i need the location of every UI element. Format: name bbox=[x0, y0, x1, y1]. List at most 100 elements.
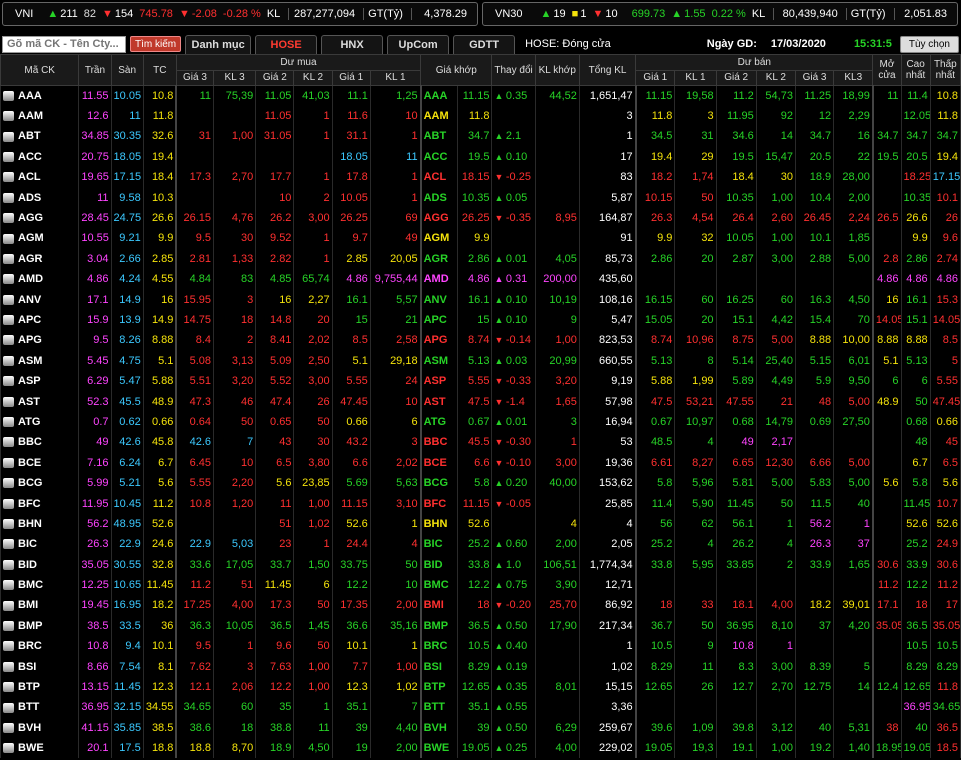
table-row[interactable]: ATG 0.7 0.62 0.66 0.64 50 0.65 50 0.66 6 ATG 0.67 ▲ … bbox=[0, 411, 961, 433]
row-checkbox-icon[interactable] bbox=[3, 457, 14, 468]
row-checkbox-icon[interactable] bbox=[3, 661, 14, 672]
table-row[interactable]: APC 15.9 13.9 14.9 14.75 18 14.8 20 15 21 APC 15 ▲ 0… bbox=[0, 309, 961, 331]
table-row[interactable]: AGG 28.45 24.75 26.6 26.15 4,76 26.2 3,00 26.25 6… bbox=[0, 207, 961, 229]
row-checkbox-icon[interactable] bbox=[3, 437, 14, 448]
row-checkbox-icon[interactable] bbox=[3, 620, 14, 631]
table-row[interactable]: ASP 6.29 5.47 5.88 5.51 3,20 5.52 3,00 5.55 24 ASP… bbox=[0, 370, 961, 392]
table-row[interactable]: BBC 49 42.6 45.8 42.6 7 43 30 43.2 3 BBC 45.5 ▼ -0.3… bbox=[0, 432, 961, 453]
tab-hose[interactable]: HOSE bbox=[255, 34, 318, 54]
row-checkbox-icon[interactable] bbox=[3, 518, 14, 529]
row-checkbox-icon[interactable] bbox=[3, 233, 14, 244]
row-checkbox-icon[interactable] bbox=[3, 315, 14, 326]
symbol-cell[interactable]: BCG bbox=[0, 472, 80, 494]
table-row[interactable]: AMD 4.86 4.24 4.55 4.84 83 4.85 65,74 4.86 9,755,… bbox=[0, 269, 961, 290]
row-checkbox-icon[interactable] bbox=[3, 111, 14, 122]
table-row[interactable]: ACC 20.75 18.05 19.4 18.05 11 ACC 19.5 ▲ 0.10 17 1… bbox=[0, 146, 961, 168]
table-row[interactable]: BFC 11.95 10.45 11.2 10.8 1,20 11 1,00 11.15 3,10… bbox=[0, 493, 961, 514]
row-checkbox-icon[interactable] bbox=[3, 702, 14, 713]
table-row[interactable]: BTP 13.15 11.45 12.3 12.1 2,06 12.2 1,00 12.3 1,0… bbox=[0, 676, 961, 698]
table-row[interactable]: BWE 20.1 17.5 18.8 18.8 8,70 18.9 4,50 19 2,00 BWE… bbox=[0, 738, 961, 759]
table-row[interactable]: BTT 36.95 32.15 34.55 34.65 60 35 1 35.1 7 BTT 35.1… bbox=[0, 697, 961, 718]
table-row[interactable]: BSI 8.66 7.54 8.1 7.62 3 7.63 1,00 7.7 1,00 BSI 8.2… bbox=[0, 656, 961, 677]
table-row[interactable]: ASM 5.45 4.75 5.1 5.08 3,13 5.09 2,50 5.1 29,18 AS… bbox=[0, 350, 961, 371]
tab-hnx[interactable]: HNX bbox=[321, 34, 384, 54]
symbol-cell[interactable]: BSI bbox=[0, 656, 80, 677]
row-checkbox-icon[interactable] bbox=[3, 151, 14, 162]
table-row[interactable]: ADS 11 9.58 10.3 10 2 10.05 1 ADS 10.35 ▲ 0.05 5,87… bbox=[0, 187, 961, 208]
table-row[interactable]: AGR 3.04 2.66 2.85 2.81 1,33 2.82 1 2.85 20,05 AGR… bbox=[0, 248, 961, 270]
tab-danh-muc[interactable]: Danh mục bbox=[185, 34, 252, 54]
header-symbol[interactable]: Mã CK bbox=[0, 54, 80, 86]
symbol-cell[interactable]: APG bbox=[0, 330, 80, 351]
symbol-cell[interactable]: ACC bbox=[0, 146, 80, 168]
symbol-cell[interactable]: ACL bbox=[0, 167, 80, 188]
symbol-cell[interactable]: BWE bbox=[0, 738, 80, 759]
row-checkbox-icon[interactable] bbox=[3, 131, 14, 142]
symbol-cell[interactable]: AGR bbox=[0, 248, 80, 270]
row-checkbox-icon[interactable] bbox=[3, 355, 14, 366]
row-checkbox-icon[interactable] bbox=[3, 641, 14, 652]
row-checkbox-icon[interactable] bbox=[3, 172, 14, 183]
symbol-cell[interactable]: AAM bbox=[0, 105, 80, 127]
symbol-cell[interactable]: BTT bbox=[0, 697, 80, 718]
symbol-cell[interactable]: AMD bbox=[0, 269, 80, 290]
row-checkbox-icon[interactable] bbox=[3, 559, 14, 570]
symbol-cell[interactable]: AGG bbox=[0, 207, 80, 229]
symbol-cell[interactable]: BVH bbox=[0, 717, 80, 738]
table-row[interactable]: BHN 56.2 48.95 52.6 51 1,02 52.6 1 BHN 52.6 4 4 56 62… bbox=[0, 513, 961, 535]
symbol-cell[interactable]: ATG bbox=[0, 411, 80, 433]
row-checkbox-icon[interactable] bbox=[3, 253, 14, 264]
table-row[interactable]: AAM 12.6 11 11.8 11.05 1 11.6 10 AAM 11.8 3 11.8 3 11… bbox=[0, 105, 961, 127]
row-checkbox-icon[interactable] bbox=[3, 294, 14, 305]
symbol-cell[interactable]: ABT bbox=[0, 126, 80, 147]
table-row[interactable]: BCE 7.16 6.24 6.7 6.45 10 6.5 3,80 6.6 2,02 BCE 6.6… bbox=[0, 452, 961, 473]
table-row[interactable]: BCG 5.99 5.21 5.6 5.55 2,20 5.6 23,85 5.69 5,63 BC… bbox=[0, 472, 961, 494]
symbol-cell[interactable]: APC bbox=[0, 309, 80, 331]
symbol-cell[interactable]: ASP bbox=[0, 370, 80, 392]
row-checkbox-icon[interactable] bbox=[3, 478, 14, 489]
index-vni[interactable]: VNI ▲ 211 82 ▼ 154 745.78 ▼ -2.08 -0.28 … bbox=[2, 2, 478, 26]
symbol-cell[interactable]: BMC bbox=[0, 574, 80, 596]
symbol-cell[interactable]: BMI bbox=[0, 595, 80, 616]
symbol-cell[interactable]: AAA bbox=[0, 85, 80, 106]
table-row[interactable]: ABT 34.85 30.35 32.6 31 1,00 31.05 1 31.1 1 ABT 34.… bbox=[0, 126, 961, 147]
symbol-cell[interactable]: BCE bbox=[0, 452, 80, 473]
row-checkbox-icon[interactable] bbox=[3, 682, 14, 693]
table-row[interactable]: BMI 19.45 16.95 18.2 17.25 4,00 17.3 50 17.35 2,0… bbox=[0, 595, 961, 616]
row-checkbox-icon[interactable] bbox=[3, 722, 14, 733]
table-row[interactable]: APG 9.5 8.26 8.88 8.4 2 8.41 2,02 8.5 2,58 APG 8.74… bbox=[0, 330, 961, 351]
table-row[interactable]: BRC 10.8 9.4 10.1 9.5 1 9.6 50 10.1 1 BRC 10.5 ▲ 0.4… bbox=[0, 636, 961, 657]
symbol-cell[interactable]: BIC bbox=[0, 534, 80, 555]
table-row[interactable]: ANV 17.1 14.9 16 15.95 3 16 2,27 16.1 5,57 ANV 16.1… bbox=[0, 289, 961, 310]
tab-gdtt[interactable]: GDTT bbox=[453, 34, 516, 54]
symbol-cell[interactable]: ANV bbox=[0, 289, 80, 310]
table-row[interactable]: AGM 10.55 9.21 9.9 9.5 30 9.52 1 9.7 49 AGM 9.9 91 9.… bbox=[0, 228, 961, 249]
symbol-cell[interactable]: BMP bbox=[0, 615, 80, 637]
row-checkbox-icon[interactable] bbox=[3, 396, 14, 407]
row-checkbox-icon[interactable] bbox=[3, 600, 14, 611]
symbol-cell[interactable]: BRC bbox=[0, 636, 80, 657]
row-checkbox-icon[interactable] bbox=[3, 91, 14, 102]
table-row[interactable]: BMC 12.25 10.65 11.45 11.2 51 11.45 6 12.2 10 BMC 1… bbox=[0, 574, 961, 596]
symbol-cell[interactable]: BTP bbox=[0, 676, 80, 698]
symbol-cell[interactable]: BHN bbox=[0, 513, 80, 535]
row-checkbox-icon[interactable] bbox=[3, 498, 14, 509]
symbol-cell[interactable]: AST bbox=[0, 391, 80, 412]
table-row[interactable]: BID 35.05 30.55 32.8 33.6 17,05 33.7 1,50 33.75 5… bbox=[0, 554, 961, 575]
symbol-cell[interactable]: AGM bbox=[0, 228, 80, 249]
tab-upcom[interactable]: UpCom bbox=[387, 34, 450, 54]
symbol-cell[interactable]: ASM bbox=[0, 350, 80, 371]
search-button[interactable]: Tìm kiếm bbox=[130, 36, 182, 52]
row-checkbox-icon[interactable] bbox=[3, 335, 14, 346]
table-row[interactable]: BVH 41.15 35.85 38.5 38.6 18 38.8 11 39 4,40 BVH 39… bbox=[0, 717, 961, 738]
index-vn30[interactable]: VN30 ▲ 19 ■ 1 ▼ 10 699.73 ▲ 1.55 0.22 % … bbox=[482, 2, 958, 26]
row-checkbox-icon[interactable] bbox=[3, 580, 14, 591]
table-row[interactable]: AAA 11.55 10.05 10.8 11 75,39 11.05 41,03 11.1 1,… bbox=[0, 85, 961, 106]
table-row[interactable]: AST 52.3 45.5 48.9 47.3 46 47.4 26 47.45 10 AST 47.… bbox=[0, 391, 961, 412]
symbol-cell[interactable]: BID bbox=[0, 554, 80, 575]
search-input[interactable] bbox=[2, 35, 126, 53]
table-row[interactable]: ACL 19.65 17.15 18.4 17.3 2,70 17.7 1 17.8 1 ACL 18… bbox=[0, 167, 961, 188]
row-checkbox-icon[interactable] bbox=[3, 417, 14, 428]
options-button[interactable]: Tùy chọn bbox=[899, 35, 959, 53]
symbol-cell[interactable]: BBC bbox=[0, 432, 80, 453]
